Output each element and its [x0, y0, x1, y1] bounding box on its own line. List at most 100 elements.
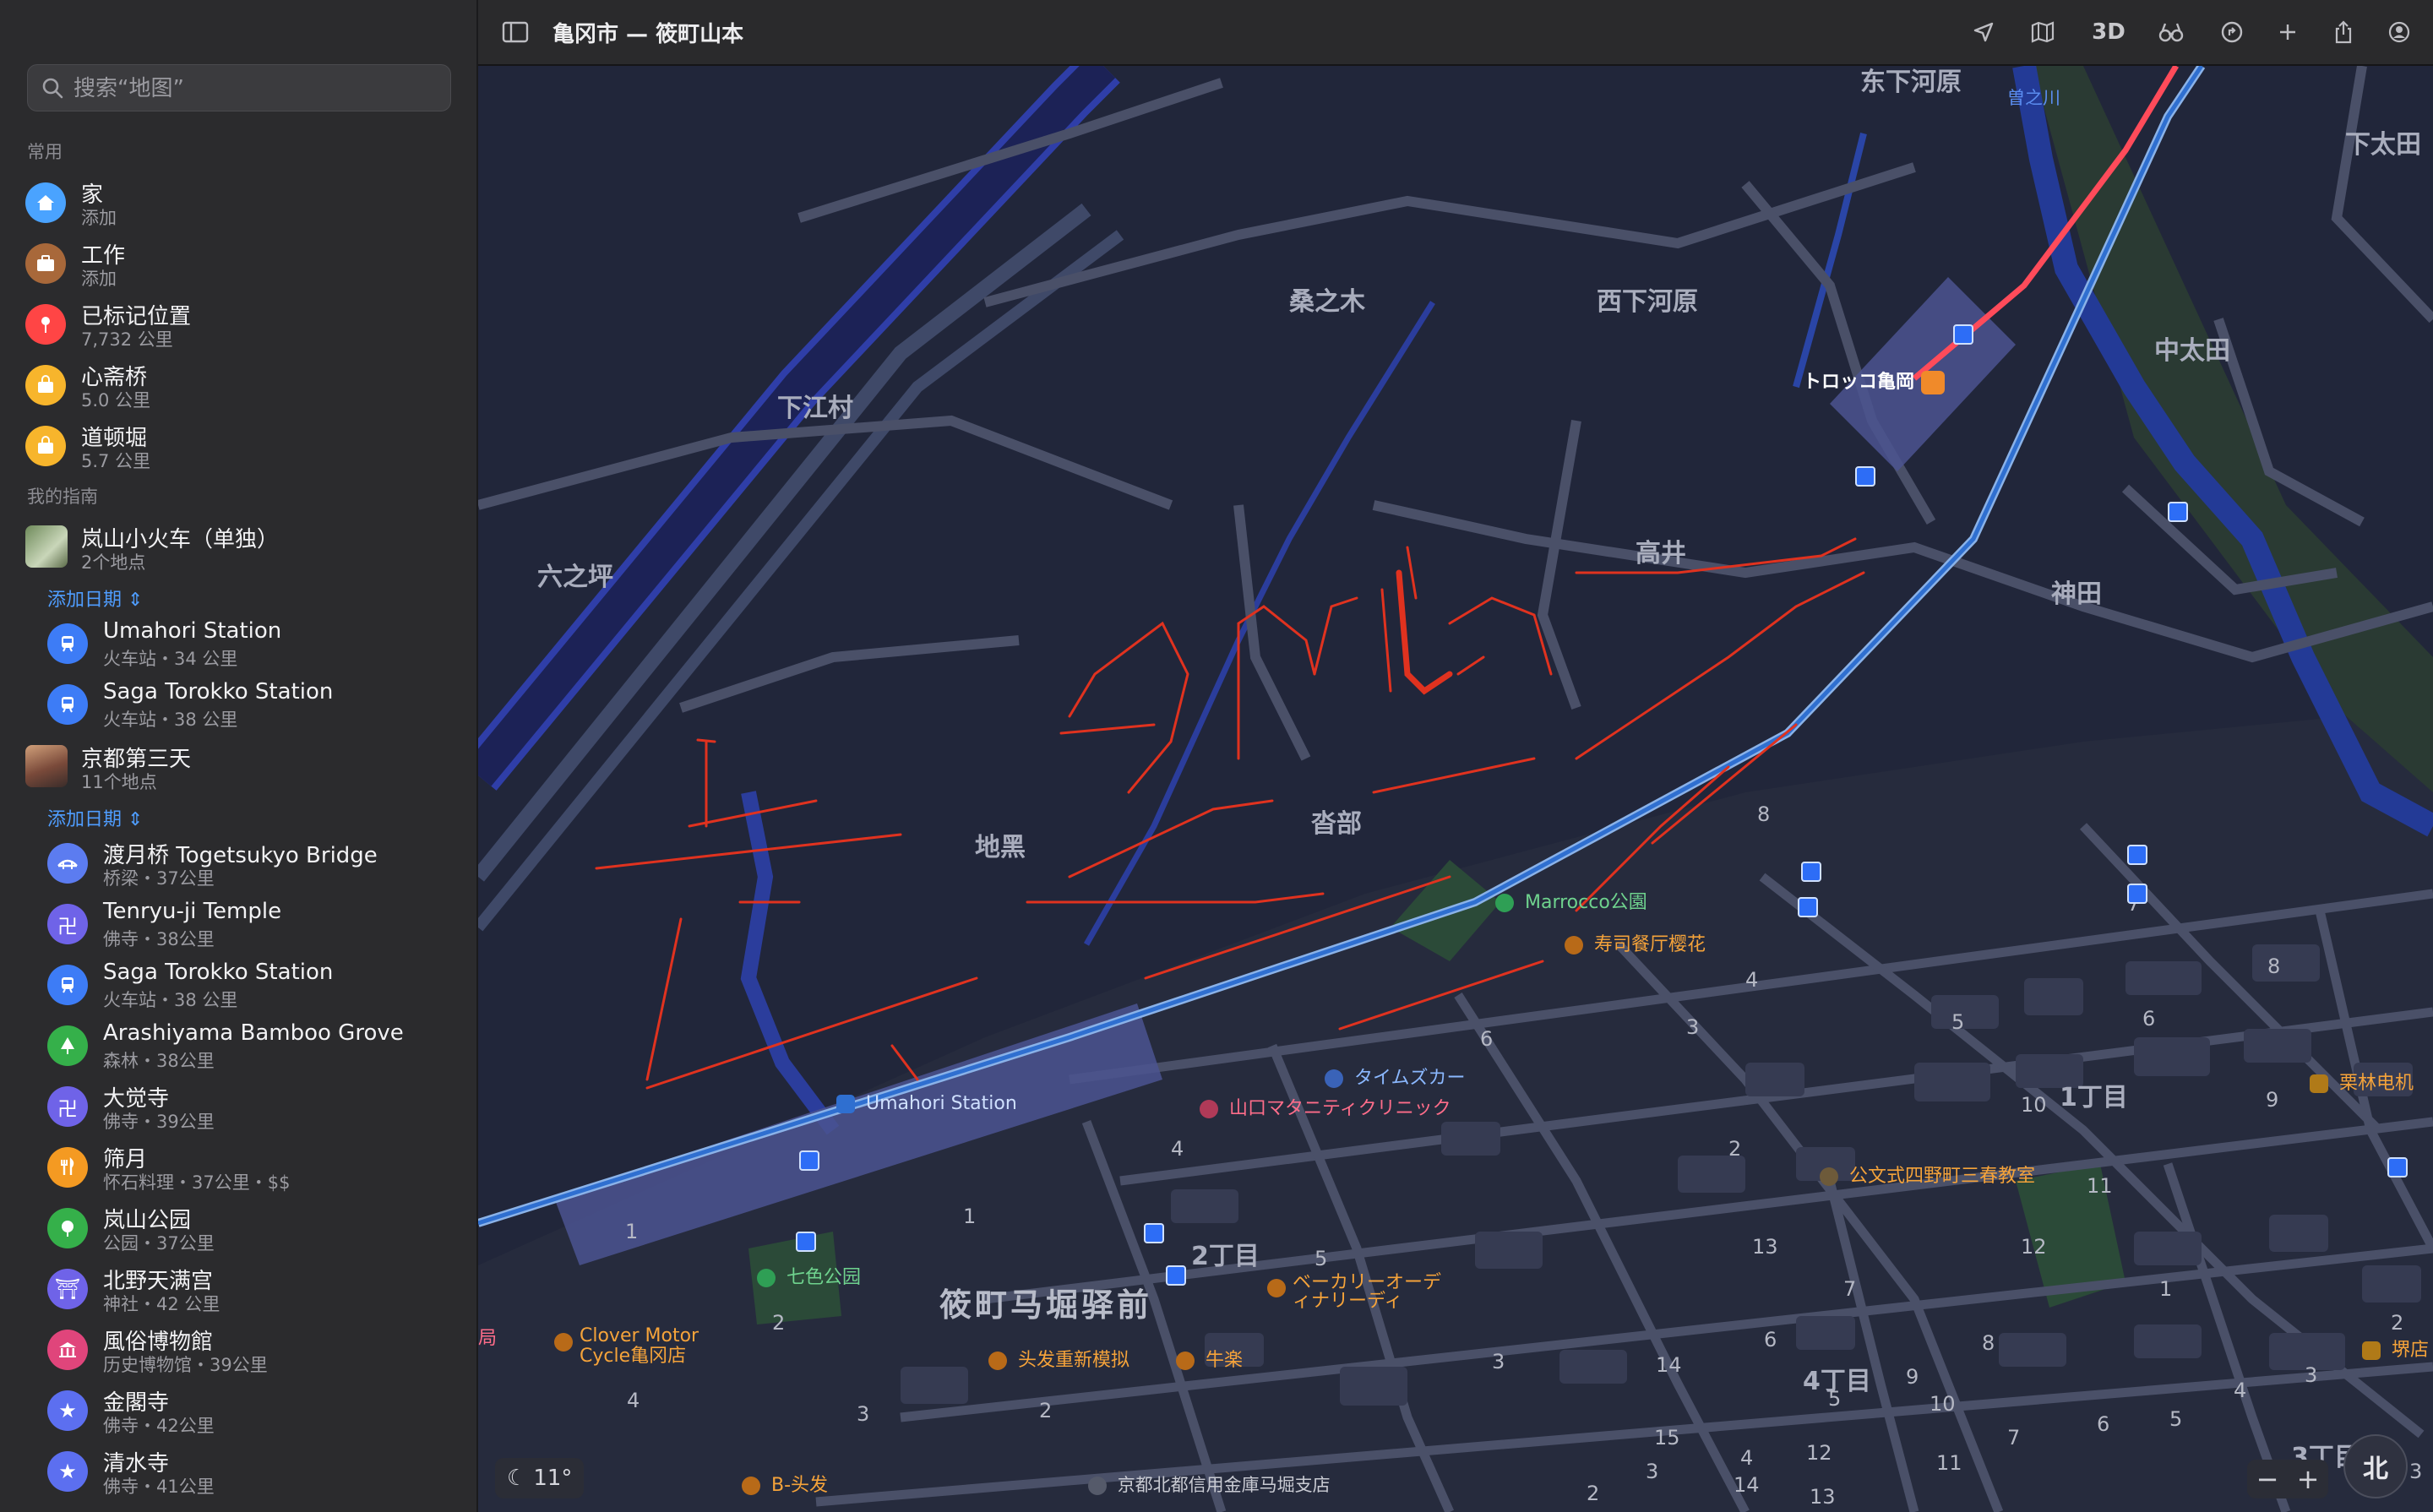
favorite-work[interactable]: 工作 添加 — [25, 235, 456, 294]
favorite-home[interactable]: 家 添加 — [25, 174, 456, 233]
poi-label: 京都北都信用金庫马堀支店 — [1117, 1475, 1331, 1495]
guide-place-tenryuji[interactable]: 卍 Tenryu-ji Temple 佛寺・38公里 — [47, 895, 456, 955]
block-number: 6 — [2142, 1007, 2156, 1031]
compass-button[interactable]: 北 — [2343, 1434, 2408, 1498]
block-number: 5 — [1828, 1387, 1842, 1411]
poi-kumon[interactable]: 公文式四野町三春教室 — [1820, 1161, 2035, 1188]
poi-marrocco-park[interactable]: Marrocco公園 — [1495, 887, 1647, 914]
area-label: 东下河原 — [1860, 68, 1962, 97]
poi-times-car[interactable]: タイムズカー — [1325, 1063, 1466, 1090]
scissors-icon — [988, 1352, 1007, 1370]
poi-kurin-electric[interactable]: 栗林电机 — [2310, 1068, 2414, 1095]
guide-thumbnail — [25, 745, 68, 787]
guide-place-kinkakuji[interactable]: ★ 金閣寺 佛寺・42公里 — [47, 1382, 456, 1441]
guide-arashiyama-train[interactable]: 岚山小火车（单独） 2个地点 — [25, 519, 456, 578]
poi-kyoto-hokuto-bank[interactable]: 京都北都信用金庫马堀支店 — [1088, 1471, 1331, 1497]
directions-icon[interactable] — [2215, 15, 2249, 49]
bus-stop-icon[interactable] — [796, 1232, 816, 1252]
poi-bakery-ordinary-day[interactable]: ベーカリーオーディナリーディ — [1267, 1272, 1445, 1312]
map-view[interactable]: 东下河原 桑之木 西下河原 下江村 中太田 下太田 六之坪 高井 神田 地黑 沓… — [478, 66, 2433, 1512]
sidebar-toggle-icon[interactable] — [498, 15, 532, 49]
poi-label: ベーカリーオーディナリーディ — [1293, 1272, 1442, 1312]
tree-icon — [757, 1269, 776, 1287]
bus-stop-icon[interactable] — [1801, 862, 1821, 882]
guide-place-shigetsu[interactable]: 筛月 怀石料理・37公里・$$ — [47, 1139, 456, 1198]
bus-stop-icon[interactable] — [1798, 897, 1818, 917]
poi-nanairo-park[interactable]: 七色公园 — [757, 1262, 861, 1289]
place-title: Umahori Station — [103, 618, 282, 644]
guide-place-daikakuji[interactable]: 卍 大觉寺 佛寺・39公里 — [47, 1078, 456, 1137]
favorite-marked-location[interactable]: 已标记位置 7,732 公里 — [25, 296, 456, 355]
guide-place-saga-torokko[interactable]: Saga Torokko Station 火车站・38 公里 — [47, 676, 456, 735]
bridge-icon — [47, 843, 88, 884]
poi-yamaguchi-clinic[interactable]: 山口マタニティクリニック — [1200, 1093, 1451, 1120]
poi-clover-motor-cycle[interactable]: Clover Motor Cycle亀冈店 — [554, 1325, 740, 1367]
bus-stop-icon[interactable] — [1953, 324, 1973, 345]
bank-icon — [1088, 1477, 1107, 1495]
favorite-dotonbori[interactable]: 道顿堀 5.7 公里 — [25, 417, 456, 476]
favorite-shinsaibashi[interactable]: 心斋桥 5.0 公里 — [25, 356, 456, 416]
account-icon[interactable] — [2382, 15, 2416, 49]
block-number: 5 — [1314, 1247, 1328, 1270]
zoom-control: − + — [2247, 1460, 2328, 1498]
bus-stop-icon[interactable] — [1144, 1223, 1164, 1243]
zoom-out-button[interactable]: − — [2256, 1463, 2279, 1495]
poi-hair-salon[interactable]: 头发重新模拟 — [988, 1345, 1129, 1372]
block-number: 13 — [1810, 1485, 1836, 1509]
add-date-button[interactable]: 添加日期 ⇕ — [47, 585, 143, 612]
share-icon[interactable] — [2327, 15, 2360, 49]
guide-place-kiyomizudera[interactable]: ★ 清水寺 佛寺・41公里 — [47, 1443, 456, 1502]
guide-place-umahori[interactable]: Umahori Station 火车站・34 公里 — [47, 615, 456, 674]
guide-place-togetsukyo[interactable]: 渡月桥 Togetsukyo Bridge 桥梁・37公里 — [47, 835, 456, 894]
guide-place-arashiyama-park[interactable]: 岚山公园 公园・37公里 — [47, 1199, 456, 1259]
poi-gyuraku[interactable]: 牛楽 — [1176, 1345, 1243, 1372]
poi-label: 堺店 — [2392, 1340, 2430, 1361]
block-number: 1 — [2159, 1277, 2173, 1301]
location-arrow-icon[interactable] — [1967, 15, 2000, 49]
train-icon — [47, 684, 88, 725]
3d-button[interactable]: 3D — [2085, 15, 2132, 49]
zoom-in-button[interactable]: + — [2297, 1463, 2320, 1495]
guide-kyoto-day3[interactable]: 京都第三天 11个地点 — [25, 738, 456, 797]
bus-stop-icon[interactable] — [2127, 845, 2147, 865]
guide-place-bamboo-grove[interactable]: Arashiyama Bamboo Grove 森林・38公里 — [47, 1017, 456, 1076]
guide-place-kitano-tenmangu[interactable]: ⛩ 北野天满宫 神社・42 公里 — [47, 1260, 456, 1319]
block-number: 5 — [2169, 1407, 2183, 1431]
guide-place-saga-torokko-2[interactable]: Saga Torokko Station 火车站・38 公里 — [47, 956, 456, 1015]
block-number: 2 — [1039, 1399, 1053, 1422]
poi-sushi-sakura[interactable]: 寿司餐厅樱花 — [1565, 929, 1706, 956]
area-label: 高井 — [1636, 539, 1686, 568]
search-icon — [42, 78, 63, 99]
bus-stop-icon[interactable] — [2168, 502, 2188, 522]
chevron-updown-icon: ⇕ — [128, 809, 144, 830]
poi-label: Marrocco公園 — [1525, 892, 1647, 913]
search-field[interactable] — [27, 64, 451, 111]
block-number: 4 — [627, 1389, 640, 1412]
toolbar: 亀冈市 — 筱町山本 3D — [478, 0, 2433, 66]
poi-label: Clover Motor Cycle亀冈店 — [580, 1325, 699, 1367]
map-mode-icon[interactable] — [2026, 15, 2060, 49]
add-date-button[interactable]: 添加日期 ⇕ — [47, 804, 143, 831]
medical-icon — [1200, 1100, 1218, 1118]
place-subtitle: 森林・38公里 — [103, 1051, 215, 1071]
poi-b-hair[interactable]: B-头发 — [742, 1470, 828, 1497]
map-canvas[interactable] — [478, 66, 2433, 1512]
shopping-bag-icon — [2310, 1074, 2328, 1093]
guide-place-costume-museum[interactable]: 風俗博物館 历史博物馆・39公里 — [47, 1321, 456, 1380]
bus-stop-icon[interactable] — [1166, 1265, 1186, 1286]
poi-sakai-store[interactable]: 堺店 — [2362, 1335, 2429, 1362]
weather-badge: ☾ 11° — [495, 1458, 585, 1498]
area-label: 西下河原 — [1597, 287, 1698, 317]
poi-partial-label[interactable]: 局 — [478, 1323, 497, 1350]
look-around-binoculars-icon[interactable] — [2154, 15, 2188, 49]
window-title: 亀冈市 — 筱町山本 — [552, 22, 744, 47]
poi-umahori-station[interactable]: Umahori Station — [836, 1093, 1017, 1114]
bus-stop-icon[interactable] — [1855, 466, 1875, 487]
search-input[interactable] — [72, 72, 438, 106]
bus-stop-icon[interactable] — [2127, 884, 2147, 904]
poi-torokko-kameoka[interactable]: トロッコ亀岡 — [1803, 367, 1950, 394]
bus-stop-icon[interactable] — [799, 1150, 819, 1171]
block-number: 12 — [2021, 1235, 2047, 1259]
add-icon[interactable] — [2271, 15, 2305, 49]
bus-stop-icon[interactable] — [2387, 1157, 2408, 1178]
